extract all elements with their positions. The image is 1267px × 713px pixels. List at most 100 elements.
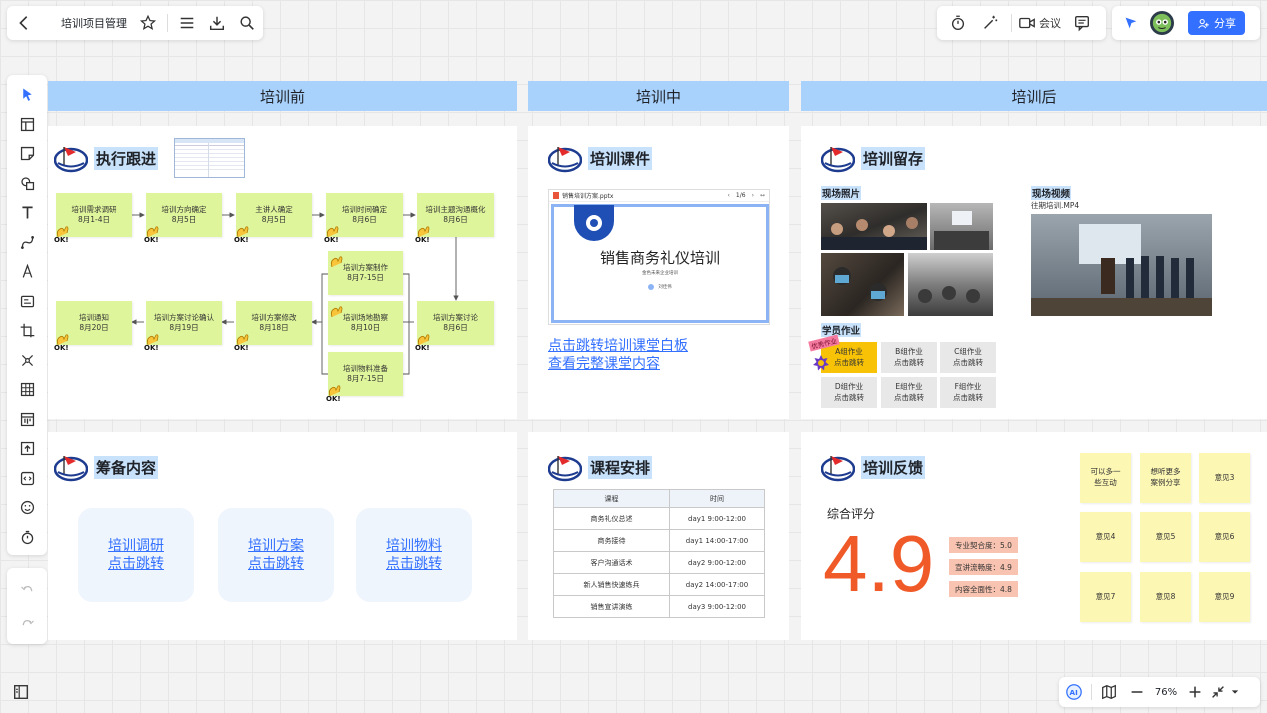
training-logo-icon <box>547 452 583 482</box>
stopwatch-icon[interactable] <box>7 523 47 553</box>
full-course-link[interactable]: 查看完整课堂内容 <box>548 355 688 373</box>
training-photo-3[interactable] <box>821 253 904 316</box>
pen-icon[interactable] <box>7 257 47 287</box>
prep-link-line2[interactable]: 点击跳转 <box>386 555 442 573</box>
flow-note-11[interactable]: 培训方案讨论确认 8月19日 OK! <box>144 301 222 351</box>
connector-icon[interactable] <box>7 228 47 258</box>
course-cell: 客户沟通话术 <box>553 551 670 574</box>
ai-text-icon[interactable] <box>7 287 47 317</box>
ai-assistant-icon[interactable]: AI <box>1059 677 1089 707</box>
crop-frame-icon[interactable] <box>7 316 47 346</box>
flow-note-3[interactable]: 主讲人确定 8月5日 OK! <box>234 193 312 243</box>
shapes-icon[interactable] <box>7 169 47 199</box>
flow-note-8[interactable]: 培训物料准备 8月7-15日 OK! <box>326 352 403 402</box>
flow-note-10[interactable]: 培训方案修改 8月18日 OK! <box>234 301 312 351</box>
flow-note-7[interactable]: 培训场地勘察 8月10日 <box>328 301 403 345</box>
ok-hand-icon: OK! <box>326 385 341 402</box>
ppt-preview[interactable]: 销售培训方案.pptx ‹ 1/6 › ⇿ 销售商务礼仪培训 金色未来企业培训 … <box>548 189 770 325</box>
flow-note-5[interactable]: 培训主题沟通概化 8月6日 OK! <box>415 193 494 243</box>
feedback-note-8[interactable]: 意见8 <box>1140 572 1191 622</box>
back-icon[interactable] <box>7 6 41 40</box>
ppt-prev-icon[interactable]: ‹ <box>728 192 730 199</box>
sticky-note-icon[interactable] <box>7 139 47 169</box>
download-icon[interactable] <box>202 6 232 40</box>
text-icon[interactable] <box>7 198 47 228</box>
zoom-out-icon[interactable] <box>1124 677 1150 707</box>
prep-link-line1[interactable]: 培训物料 <box>386 537 442 555</box>
prep-research-card[interactable]: 培训调研 点击跳转 <box>78 508 194 602</box>
flow-note-12[interactable]: 培训通知 8月20日 OK! <box>54 301 132 351</box>
meeting-button[interactable]: 会议 <box>1018 6 1061 40</box>
zoom-in-icon[interactable] <box>1182 677 1208 707</box>
training-video-thumbnail[interactable] <box>1031 214 1212 316</box>
homework-group-e[interactable]: E组作业 点击跳转 <box>881 377 937 408</box>
homework-group-b[interactable]: B组作业 点击跳转 <box>881 342 937 373</box>
sticker-icon[interactable] <box>7 493 47 523</box>
feedback-note-7[interactable]: 意见7 <box>1080 572 1131 622</box>
undo-icon[interactable] <box>7 577 47 601</box>
timer-icon[interactable] <box>941 6 975 40</box>
ppt-next-icon[interactable]: › <box>752 192 754 199</box>
prep-link-line2[interactable]: 点击跳转 <box>248 555 304 573</box>
svg-text:OK!: OK! <box>326 395 341 402</box>
feedback-note-5[interactable]: 意见5 <box>1140 512 1191 562</box>
comment-icon[interactable] <box>1065 6 1099 40</box>
prep-link-line1[interactable]: 培训方案 <box>248 537 304 555</box>
outline-panel-icon[interactable] <box>10 682 32 702</box>
feedback-note-2[interactable]: 想听更多 案例分享 <box>1140 453 1191 503</box>
flow-note-1[interactable]: 培训需求调研 8月1-4日 OK! <box>54 193 132 243</box>
flow-note-9[interactable]: 培训方案讨论 8月6日 OK! <box>415 301 494 351</box>
feedback-note-6[interactable]: 意见6 <box>1199 512 1250 562</box>
feedback-note-3[interactable]: 意见3 <box>1199 453 1250 503</box>
magic-wand-icon[interactable] <box>975 6 1005 40</box>
feedback-note-9[interactable]: 意见9 <box>1199 572 1250 622</box>
avatar[interactable] <box>1150 11 1174 35</box>
doc-title[interactable]: 培训项目管理 <box>61 15 127 31</box>
share-button[interactable]: 分享 <box>1188 11 1245 35</box>
prep-link-line2[interactable]: 点击跳转 <box>108 555 164 573</box>
training-photo-2[interactable] <box>930 203 993 250</box>
menu-icon[interactable] <box>172 6 202 40</box>
embed-code-icon[interactable] <box>7 464 47 494</box>
homework-group-c[interactable]: C组作业 点击跳转 <box>940 342 996 373</box>
classroom-whiteboard-link[interactable]: 点击跳转培训课堂白板 <box>548 337 688 355</box>
note-line2: 8月10日 <box>350 323 381 332</box>
select-cursor-icon[interactable] <box>7 80 47 110</box>
prep-link-line1[interactable]: 培训调研 <box>108 537 164 555</box>
training-photo-1[interactable] <box>821 203 927 250</box>
prep-header: 筹备内容 <box>53 452 159 482</box>
zoom-level[interactable]: 76% <box>1150 687 1182 698</box>
search-icon[interactable] <box>232 6 262 40</box>
flow-note-2[interactable]: 培训方向确定 8月5日 OK! <box>144 193 222 243</box>
course-cell: 新人销售快速练兵 <box>553 573 670 596</box>
flow-note-4[interactable]: 培训时间确定 8月6日 OK! <box>324 193 403 243</box>
ppt-fullscreen-icon[interactable]: ⇿ <box>760 192 765 199</box>
slide-title: 销售商务礼仪培训 <box>599 249 720 267</box>
kanban-icon[interactable] <box>7 405 47 435</box>
note-line2: 8月6日 <box>443 323 468 332</box>
cursor-follow-icon[interactable] <box>1112 6 1150 40</box>
svg-text:OK!: OK! <box>234 344 249 351</box>
fit-screen-icon[interactable] <box>1208 677 1228 707</box>
table-icon[interactable] <box>7 375 47 405</box>
prep-title: 筹备内容 <box>94 455 159 479</box>
divider <box>167 14 168 32</box>
prep-materials-card[interactable]: 培训物料 点击跳转 <box>356 508 472 602</box>
star-icon[interactable] <box>133 6 163 40</box>
training-photo-4[interactable] <box>908 253 993 316</box>
homework-group-d[interactable]: D组作业 点击跳转 <box>821 377 877 408</box>
svg-text:OK!: OK! <box>54 344 69 351</box>
prep-plan-card[interactable]: 培训方案 点击跳转 <box>218 508 334 602</box>
redo-icon[interactable] <box>7 611 47 635</box>
feedback-note-4[interactable]: 意见4 <box>1080 512 1131 562</box>
upload-icon[interactable] <box>7 434 47 464</box>
homework-group-f[interactable]: F组作业 点击跳转 <box>940 377 996 408</box>
feedback-note-1[interactable]: 可以多一 些互动 <box>1080 453 1131 503</box>
svg-text:OK!: OK! <box>324 236 339 243</box>
frame-layout-icon[interactable] <box>7 110 47 140</box>
course-cell: 商务接待 <box>553 529 670 552</box>
mind-map-icon[interactable] <box>7 346 47 376</box>
flow-note-6[interactable]: 培训方案制作 8月7-15日 <box>328 251 403 295</box>
zoom-dropdown-icon[interactable] <box>1228 677 1242 707</box>
minimap-icon[interactable] <box>1094 677 1124 707</box>
